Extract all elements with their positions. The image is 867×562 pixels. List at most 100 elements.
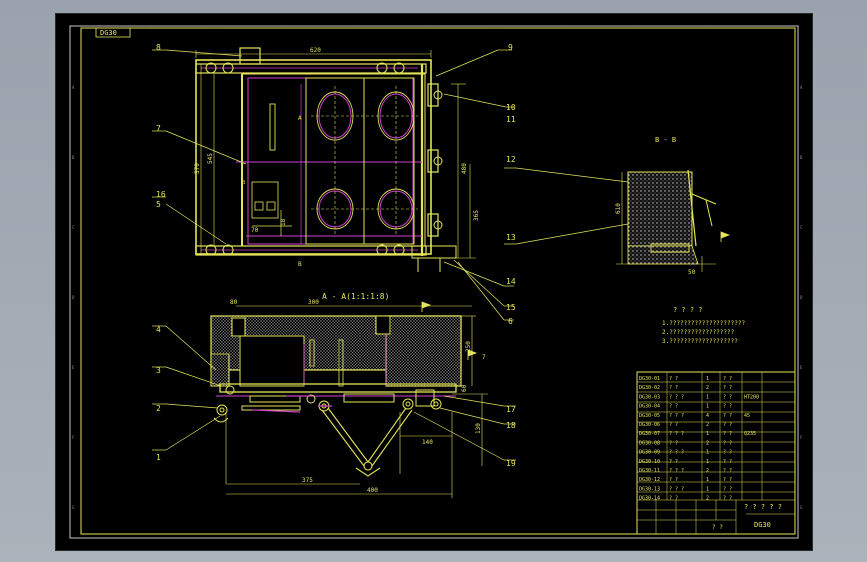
title-block-cell: ? ? ? — [669, 468, 684, 474]
title-block-cell: Q235 — [744, 431, 756, 437]
title-block-cell: DG30-03 — [639, 394, 660, 400]
callout-1: 1 — [156, 453, 161, 462]
callout-9: 9 — [508, 43, 513, 52]
title-block-cell: DG30-01 — [639, 376, 660, 382]
svg-text:F: F — [800, 435, 803, 440]
title-block-cell: ? ? — [723, 394, 732, 400]
dim-label: 70 — [251, 227, 259, 234]
dim-label: 480 — [461, 163, 468, 174]
note-line: 3.??????????????????? — [662, 338, 738, 345]
sheet-code: DG30 — [754, 521, 771, 529]
title-block-cell: DG30-13 — [639, 486, 660, 492]
svg-text:F: F — [72, 435, 75, 440]
title-block-cell: ? ? — [723, 450, 732, 456]
dim-label: 250 — [465, 341, 472, 352]
title-block-cell: DG30-06 — [639, 422, 660, 428]
title-block-cell: ? ? ? — [669, 413, 684, 419]
title-block-cell: ? ? — [723, 468, 732, 474]
callout-5: 5 — [156, 200, 161, 209]
title-block-cell: DG30-04 — [639, 404, 660, 410]
note-line: 2.?????????????????? — [662, 329, 735, 336]
callout-18: 18 — [506, 421, 516, 430]
title-block-cell: ? ? — [723, 440, 732, 446]
title-block-cell: ? ? — [669, 440, 678, 446]
title-block-cell: 1 — [706, 450, 709, 456]
svg-text:D: D — [72, 295, 75, 300]
drawing-code: DG30 — [100, 29, 117, 37]
title-block-cell: 1 — [706, 404, 709, 410]
title-block-cell: DG30-14 — [639, 496, 660, 502]
title-block-cell: DG30-08 — [639, 440, 660, 446]
svg-text:E: E — [800, 365, 803, 370]
product-name: ? ? ? ? ? — [744, 503, 782, 511]
callout-13: 13 — [506, 233, 516, 242]
technical-notes: ? ? ? ? 1.????????????????????? 2.??????… — [662, 306, 745, 345]
title-block-cell: 1 — [706, 486, 709, 492]
title-block-cell: ? ? ? — [669, 394, 684, 400]
callout-15: 15 — [506, 303, 516, 312]
svg-text:B: B — [242, 180, 245, 186]
callout-10: 10 — [506, 103, 516, 112]
title-block-cell: ? ? — [723, 385, 732, 391]
svg-text:A: A — [800, 85, 803, 90]
dim-label: 18 — [280, 218, 287, 226]
title-block-cell: ? ? — [723, 477, 732, 483]
title-block-cell: 2 — [706, 496, 709, 502]
callout-17: 17 — [506, 405, 516, 414]
section-title: A - A(1:1:1:8) — [322, 292, 389, 301]
title-block-cell: ? ? — [723, 459, 732, 465]
dim-label: 375 — [302, 477, 313, 484]
dim-label: 50 — [688, 269, 696, 276]
title-block-cell: 2 — [706, 422, 709, 428]
title-block-cell: ? ? — [723, 422, 732, 428]
callout-6: 6 — [508, 317, 513, 326]
dim-label: 300 — [308, 299, 319, 306]
svg-text:A: A — [298, 115, 302, 122]
dim-label: 570 — [194, 163, 201, 174]
title-block-cell: ? ? ? — [669, 486, 684, 492]
title-block-cell: 4 — [706, 413, 709, 419]
callout-12: 12 — [506, 155, 516, 164]
svg-text:G: G — [72, 505, 75, 510]
title-block-cell: ? ? — [723, 486, 732, 492]
callout-8: 8 — [156, 43, 161, 52]
callout-2: 2 — [156, 404, 161, 413]
callout-19: 19 — [506, 459, 516, 468]
title-block-cell: ? ? — [669, 404, 678, 410]
svg-text:C: C — [72, 225, 75, 230]
title-block-cell: ? ? — [669, 477, 678, 483]
title-block-cell: 2 — [706, 385, 709, 391]
title-block-cell: ? ? — [669, 376, 678, 382]
dim-label: 365 — [473, 210, 480, 221]
title-block-cell: 1 — [706, 459, 709, 465]
notes-title: ? ? ? ? — [673, 306, 703, 314]
view-label: B - B — [655, 136, 676, 144]
drawing-canvas[interactable]: ABC DEF G ABC DEF G DG30 A B B 620 570 5… — [55, 13, 813, 551]
b-b-view: B - B 610 50 — [615, 136, 731, 276]
signature: ? ? — [712, 524, 723, 531]
title-block-cell: 2 — [706, 440, 709, 446]
callout-7: 7 — [156, 124, 161, 133]
title-block-cell: 1 — [706, 376, 709, 382]
title-block-cell: DG30-10 — [639, 459, 660, 465]
note-line: 1.????????????????????? — [662, 320, 745, 327]
title-block-cell: DG30-05 — [639, 413, 660, 419]
title-block-cell: DG30-12 — [639, 477, 660, 483]
title-block-cell: 1 — [706, 431, 709, 437]
dim-label: 140 — [422, 439, 433, 446]
dim-label: 610 — [615, 203, 622, 214]
callout-14: 14 — [506, 277, 516, 286]
title-block-cell: ? ? — [723, 496, 732, 502]
title-block-cell: DG30-07 — [639, 431, 660, 437]
title-block-cell: 1 — [706, 477, 709, 483]
title-block-cell: ? ? — [669, 385, 678, 391]
dim-label: 80 — [230, 299, 238, 306]
title-block-cell: ? ? — [723, 431, 732, 437]
title-block-cell: ? ? — [723, 413, 732, 419]
svg-text:B: B — [800, 155, 803, 160]
dim-label: 400 — [367, 487, 378, 494]
title-block-cell: DG30-09 — [639, 450, 660, 456]
dim-label: 60 — [461, 384, 468, 392]
title-block-cell: 1 — [706, 394, 709, 400]
callout-16: 16 — [156, 190, 166, 199]
